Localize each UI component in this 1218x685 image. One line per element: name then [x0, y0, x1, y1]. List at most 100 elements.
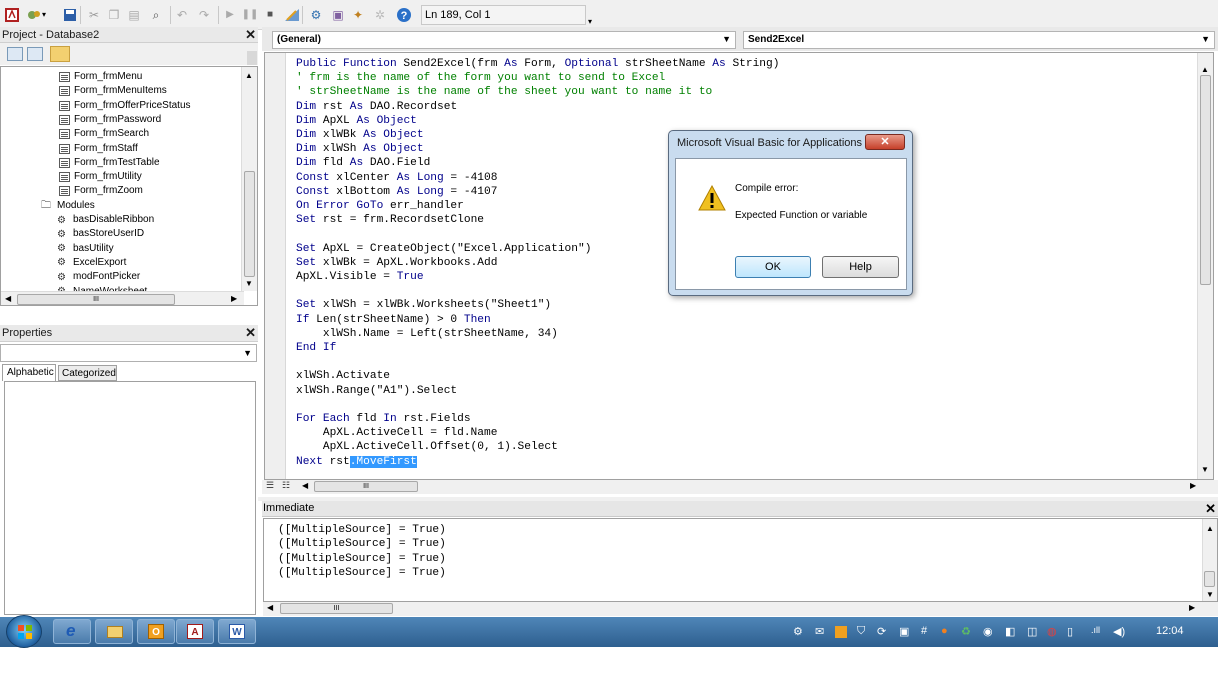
- tree-item[interactable]: Form_frmStaff: [59, 142, 138, 156]
- scroll-thumb[interactable]: [1200, 75, 1211, 285]
- code-line[interactable]: ApXL.ActiveCell = fld.Name: [296, 426, 498, 440]
- scroll-left-icon[interactable]: ◀: [5, 294, 11, 303]
- properties-grid[interactable]: [4, 381, 256, 615]
- tree-item[interactable]: ⚙ basStoreUserID: [57, 227, 144, 241]
- volume-icon[interactable]: ◀): [1113, 625, 1125, 638]
- outlook-tray-icon[interactable]: [835, 626, 847, 638]
- save-icon[interactable]: [62, 7, 78, 23]
- access-button[interactable]: A: [176, 619, 214, 644]
- object-browser-icon[interactable]: ✦: [350, 7, 366, 23]
- redo-icon[interactable]: ↷: [196, 7, 212, 23]
- immediate-window[interactable]: ([MultipleSource] = True) ([MultipleSourc…: [263, 518, 1218, 602]
- code-line[interactable]: Set ApXL = CreateObject("Excel.Applicati…: [296, 242, 591, 256]
- chevron-down-icon[interactable]: ▾: [40, 7, 48, 23]
- tree-item[interactable]: Form_frmSearch: [59, 127, 149, 141]
- help-button[interactable]: Help: [822, 256, 899, 278]
- cut-icon[interactable]: ✂: [86, 7, 102, 23]
- toggle-folders-icon[interactable]: [50, 46, 70, 62]
- code-line[interactable]: For Each fld In rst.Fields: [296, 412, 471, 426]
- start-button[interactable]: [6, 615, 42, 648]
- code-line[interactable]: xlWSh.Activate: [296, 369, 390, 383]
- break-icon[interactable]: ❚❚: [242, 7, 259, 23]
- outlook-button[interactable]: O: [137, 619, 175, 644]
- code-line[interactable]: ApXL.Visible = True: [296, 270, 424, 284]
- toolbox-icon[interactable]: ✲: [372, 7, 388, 23]
- scroll-down-icon[interactable]: ▼: [245, 279, 253, 288]
- chevron-down-icon[interactable]: ▼: [243, 348, 252, 358]
- scroll-down-icon[interactable]: ▼: [1201, 465, 1209, 474]
- code-line[interactable]: End If: [296, 341, 336, 355]
- procedure-dropdown[interactable]: Send2Excel ▼: [743, 31, 1215, 49]
- tree-item[interactable]: Form_frmUtility: [59, 170, 142, 184]
- close-icon[interactable]: ✕: [1205, 501, 1216, 517]
- shield-icon[interactable]: ⛉: [857, 625, 865, 638]
- chevron-down-icon[interactable]: ▼: [722, 34, 731, 44]
- hash-tray-icon[interactable]: #: [921, 625, 927, 637]
- code-line[interactable]: xlWSh.Range("A1").Select: [296, 384, 457, 398]
- code-line[interactable]: Const xlCenter As Long = -4108: [296, 171, 497, 185]
- tree-item[interactable]: ⚙ modFontPicker: [57, 270, 140, 284]
- close-icon[interactable]: ✕: [245, 27, 256, 43]
- object-select[interactable]: ▼: [0, 344, 257, 362]
- mail-tray-icon[interactable]: ✉: [815, 625, 824, 638]
- scroll-thumb[interactable]: III: [314, 481, 418, 492]
- dialog-close-button[interactable]: ✕: [865, 134, 905, 150]
- code-line[interactable]: ApXL.ActiveCell.Offset(0, 1).Select: [296, 440, 558, 454]
- code-line[interactable]: Dim xlWBk As Object: [296, 128, 424, 142]
- code-line[interactable]: Set xlWSh = xlWBk.Worksheets("Sheet1"): [296, 298, 551, 312]
- access-icon[interactable]: [4, 7, 20, 23]
- internet-explorer-button[interactable]: e: [53, 619, 91, 644]
- sync-tray-icon[interactable]: ⟳: [877, 625, 886, 638]
- help-icon[interactable]: ?: [396, 7, 412, 23]
- scroll-up-icon[interactable]: ▲: [1201, 65, 1209, 74]
- immediate-horizontal-scrollbar[interactable]: ◀ III ▶: [263, 602, 1218, 616]
- code-line[interactable]: Dim fld As DAO.Field: [296, 156, 430, 170]
- code-line[interactable]: Const xlBottom As Long = -4107: [296, 185, 497, 199]
- immediate-vertical-scrollbar[interactable]: ▲ ▼: [1202, 519, 1217, 601]
- tree-item[interactable]: ⚙ ExcelExport: [57, 256, 126, 270]
- code-line[interactable]: Set rst = frm.RecordsetClone: [296, 213, 484, 227]
- signal-strength-icon[interactable]: .ıll: [1091, 625, 1100, 635]
- tree-item[interactable]: Form_frmTestTable: [59, 156, 160, 170]
- recycle-tray-icon[interactable]: ♻: [961, 625, 971, 638]
- panel-resize-handle[interactable]: [247, 51, 257, 65]
- scroll-left-icon[interactable]: ◀: [302, 481, 308, 490]
- tree-item[interactable]: Form_frmMenu: [59, 70, 142, 84]
- clock[interactable]: 12:04: [1156, 625, 1184, 637]
- scroll-right-icon[interactable]: ▶: [1190, 481, 1196, 490]
- tab-categorized[interactable]: Categorized: [58, 365, 117, 381]
- globe-tray-icon[interactable]: ◉: [983, 625, 993, 638]
- margin-indicator-bar[interactable]: [265, 53, 286, 479]
- view-code-icon[interactable]: [7, 47, 23, 61]
- scroll-up-icon[interactable]: ▲: [245, 71, 253, 80]
- chevron-down-icon[interactable]: ▼: [1201, 34, 1210, 44]
- file-explorer-button[interactable]: [95, 619, 133, 644]
- power-tray-icon[interactable]: ▯: [1067, 625, 1073, 638]
- code-line[interactable]: Next rst.MoveFirst: [296, 455, 417, 469]
- tree-item[interactable]: Form_frmOfferPriceStatus: [59, 99, 191, 113]
- design-mode-icon[interactable]: [284, 7, 300, 23]
- code-line[interactable]: Dim xlWSh As Object: [296, 142, 424, 156]
- copy-icon[interactable]: ❐: [106, 7, 122, 23]
- reset-icon[interactable]: ■: [262, 7, 278, 23]
- undo-icon[interactable]: ↶: [174, 7, 190, 23]
- monitor-tray-icon[interactable]: ▣: [899, 625, 909, 638]
- scroll-thumb[interactable]: [1204, 571, 1215, 587]
- antivirus-tray-icon[interactable]: ◍: [1047, 625, 1057, 638]
- firefox-tray-icon[interactable]: ●: [941, 625, 948, 637]
- tree-folder-modules[interactable]: 🗀 Modules: [41, 199, 95, 213]
- scroll-down-icon[interactable]: ▼: [1206, 590, 1214, 599]
- code-horizontal-scrollbar[interactable]: ☰ ☷ ◀ III ▶: [262, 480, 1218, 494]
- tree-item[interactable]: ⚙ basDisableRibbon: [57, 213, 154, 227]
- word-button[interactable]: W: [218, 619, 256, 644]
- scroll-thumb[interactable]: III: [280, 603, 393, 614]
- project-horizontal-scrollbar[interactable]: ◀ III ▶: [1, 291, 244, 305]
- code-line[interactable]: Public Function Send2Excel(frm As Form, …: [296, 57, 779, 71]
- code-line[interactable]: On Error GoTo err_handler: [296, 199, 464, 213]
- object-dropdown[interactable]: (General) ▼: [272, 31, 736, 49]
- code-line[interactable]: Dim rst As DAO.Recordset: [296, 100, 457, 114]
- scroll-up-icon[interactable]: ▲: [1206, 524, 1214, 533]
- code-line[interactable]: xlWSh.Name = Left(strSheetName, 34): [296, 327, 558, 341]
- code-line[interactable]: ' frm is the name of the form you want t…: [296, 71, 665, 85]
- scroll-thumb[interactable]: [244, 171, 255, 277]
